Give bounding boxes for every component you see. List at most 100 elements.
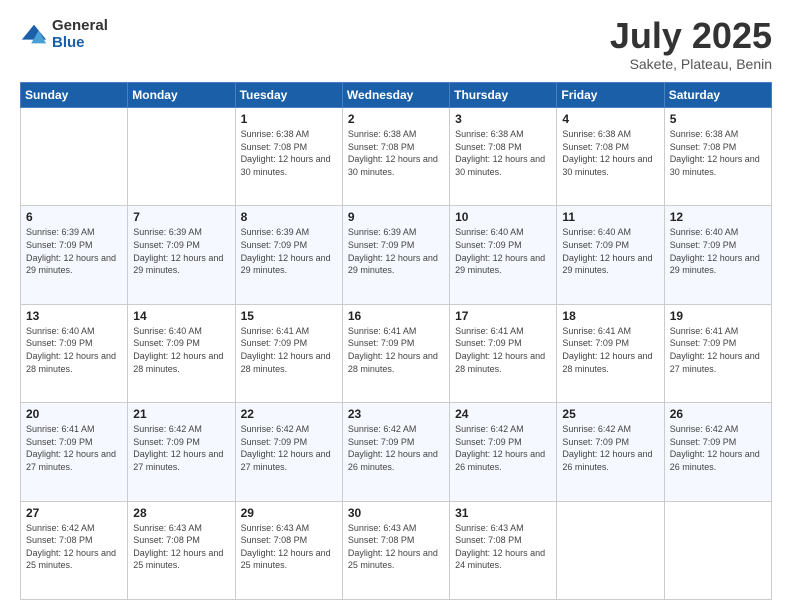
calendar-table: SundayMondayTuesdayWednesdayThursdayFrid…: [20, 82, 772, 600]
day-info: Sunrise: 6:40 AM Sunset: 7:09 PM Dayligh…: [26, 325, 122, 375]
day-number: 26: [670, 407, 766, 421]
calendar-cell: 29 Sunrise: 6:43 AM Sunset: 7:08 PM Dayli…: [235, 501, 342, 599]
calendar-cell: 8 Sunrise: 6:39 AM Sunset: 7:09 PM Daylig…: [235, 206, 342, 304]
header: General Blue July 2025 Sakete, Plateau, …: [20, 18, 772, 72]
day-number: 28: [133, 506, 229, 520]
calendar-cell: 27 Sunrise: 6:42 AM Sunset: 7:08 PM Dayli…: [21, 501, 128, 599]
weekday-header-monday: Monday: [128, 83, 235, 108]
day-info: Sunrise: 6:42 AM Sunset: 7:09 PM Dayligh…: [133, 423, 229, 473]
day-number: 29: [241, 506, 337, 520]
day-info: Sunrise: 6:41 AM Sunset: 7:09 PM Dayligh…: [26, 423, 122, 473]
day-number: 25: [562, 407, 658, 421]
calendar-cell: 9Sunrise: 6:39 AM Sunset: 7:09 PM Daylig…: [342, 206, 449, 304]
calendar-cell: [664, 501, 771, 599]
day-info: Sunrise: 6:41 AM Sunset: 7:09 PM Dayligh…: [348, 325, 444, 375]
month-title: July 2025: [610, 18, 772, 54]
week-row-3: 13 Sunrise: 6:40 AM Sunset: 7:09 PM Dayli…: [21, 304, 772, 402]
logo-general: General: [52, 18, 108, 35]
calendar-cell: 19 Sunrise: 6:41 AM Sunset: 7:09 PM Dayli…: [664, 304, 771, 402]
weekday-header-tuesday: Tuesday: [235, 83, 342, 108]
calendar-cell: 10 Sunrise: 6:40 AM Sunset: 7:09 PM Dayli…: [450, 206, 557, 304]
day-number: 8: [241, 210, 337, 224]
day-number: 5: [670, 112, 766, 126]
day-number: 18: [562, 309, 658, 323]
weekday-header-saturday: Saturday: [664, 83, 771, 108]
day-number: 11: [562, 210, 658, 224]
day-info: Sunrise: 6:43 AM Sunset: 7:08 PM Dayligh…: [241, 522, 337, 572]
calendar-cell: 24Sunrise: 6:42 AM Sunset: 7:09 PM Dayli…: [450, 403, 557, 501]
week-row-4: 20 Sunrise: 6:41 AM Sunset: 7:09 PM Dayli…: [21, 403, 772, 501]
logo-blue: Blue: [52, 35, 108, 52]
calendar-cell: 20 Sunrise: 6:41 AM Sunset: 7:09 PM Dayli…: [21, 403, 128, 501]
logo-icon: [20, 21, 48, 49]
calendar-cell: [21, 108, 128, 206]
day-info: Sunrise: 6:42 AM Sunset: 7:09 PM Dayligh…: [562, 423, 658, 473]
week-row-5: 27 Sunrise: 6:42 AM Sunset: 7:08 PM Dayli…: [21, 501, 772, 599]
day-info: Sunrise: 6:38 AM Sunset: 7:08 PM Dayligh…: [455, 128, 551, 178]
day-info: Sunrise: 6:43 AM Sunset: 7:08 PM Dayligh…: [348, 522, 444, 572]
day-number: 7: [133, 210, 229, 224]
day-info: Sunrise: 6:39 AM Sunset: 7:09 PM Dayligh…: [348, 226, 444, 276]
calendar-cell: [557, 501, 664, 599]
day-number: 4: [562, 112, 658, 126]
calendar-cell: 14 Sunrise: 6:40 AM Sunset: 7:09 PM Dayli…: [128, 304, 235, 402]
day-info: Sunrise: 6:43 AM Sunset: 7:08 PM Dayligh…: [133, 522, 229, 572]
calendar-cell: 16 Sunrise: 6:41 AM Sunset: 7:09 PM Dayli…: [342, 304, 449, 402]
day-info: Sunrise: 6:39 AM Sunset: 7:09 PM Dayligh…: [241, 226, 337, 276]
day-info: Sunrise: 6:42 AM Sunset: 7:09 PM Dayligh…: [348, 423, 444, 473]
day-info: Sunrise: 6:42 AM Sunset: 7:08 PM Dayligh…: [26, 522, 122, 572]
weekday-header-thursday: Thursday: [450, 83, 557, 108]
day-info: Sunrise: 6:40 AM Sunset: 7:09 PM Dayligh…: [670, 226, 766, 276]
weekday-header-row: SundayMondayTuesdayWednesdayThursdayFrid…: [21, 83, 772, 108]
day-number: 24: [455, 407, 551, 421]
day-number: 14: [133, 309, 229, 323]
day-number: 30: [348, 506, 444, 520]
day-number: 16: [348, 309, 444, 323]
weekday-header-friday: Friday: [557, 83, 664, 108]
calendar-cell: [128, 108, 235, 206]
title-block: July 2025 Sakete, Plateau, Benin: [610, 18, 772, 72]
logo-text: General Blue: [52, 18, 108, 51]
calendar-cell: 2 Sunrise: 6:38 AM Sunset: 7:08 PM Daylig…: [342, 108, 449, 206]
day-info: Sunrise: 6:42 AM Sunset: 7:09 PM Dayligh…: [670, 423, 766, 473]
day-number: 27: [26, 506, 122, 520]
weekday-header-sunday: Sunday: [21, 83, 128, 108]
day-info: Sunrise: 6:40 AM Sunset: 7:09 PM Dayligh…: [133, 325, 229, 375]
day-number: 10: [455, 210, 551, 224]
calendar-cell: 21 Sunrise: 6:42 AM Sunset: 7:09 PM Dayli…: [128, 403, 235, 501]
day-info: Sunrise: 6:41 AM Sunset: 7:09 PM Dayligh…: [241, 325, 337, 375]
day-number: 19: [670, 309, 766, 323]
day-number: 15: [241, 309, 337, 323]
day-number: 31: [455, 506, 551, 520]
weekday-header-wednesday: Wednesday: [342, 83, 449, 108]
location: Sakete, Plateau, Benin: [610, 56, 772, 72]
day-info: Sunrise: 6:38 AM Sunset: 7:08 PM Dayligh…: [241, 128, 337, 178]
day-info: Sunrise: 6:39 AM Sunset: 7:09 PM Dayligh…: [26, 226, 122, 276]
page: General Blue July 2025 Sakete, Plateau, …: [0, 0, 792, 612]
day-number: 1: [241, 112, 337, 126]
day-info: Sunrise: 6:39 AM Sunset: 7:09 PM Dayligh…: [133, 226, 229, 276]
calendar-cell: 26 Sunrise: 6:42 AM Sunset: 7:09 PM Dayli…: [664, 403, 771, 501]
calendar-cell: 5 Sunrise: 6:38 AM Sunset: 7:08 PM Daylig…: [664, 108, 771, 206]
day-info: Sunrise: 6:38 AM Sunset: 7:08 PM Dayligh…: [670, 128, 766, 178]
calendar-cell: 7 Sunrise: 6:39 AM Sunset: 7:09 PM Daylig…: [128, 206, 235, 304]
day-number: 20: [26, 407, 122, 421]
day-number: 21: [133, 407, 229, 421]
day-info: Sunrise: 6:40 AM Sunset: 7:09 PM Dayligh…: [455, 226, 551, 276]
week-row-1: 1 Sunrise: 6:38 AM Sunset: 7:08 PM Daylig…: [21, 108, 772, 206]
day-info: Sunrise: 6:38 AM Sunset: 7:08 PM Dayligh…: [348, 128, 444, 178]
calendar-cell: 4Sunrise: 6:38 AM Sunset: 7:08 PM Daylig…: [557, 108, 664, 206]
day-number: 2: [348, 112, 444, 126]
week-row-2: 6Sunrise: 6:39 AM Sunset: 7:09 PM Daylig…: [21, 206, 772, 304]
day-info: Sunrise: 6:41 AM Sunset: 7:09 PM Dayligh…: [562, 325, 658, 375]
calendar-cell: 31Sunrise: 6:43 AM Sunset: 7:08 PM Dayli…: [450, 501, 557, 599]
day-info: Sunrise: 6:41 AM Sunset: 7:09 PM Dayligh…: [670, 325, 766, 375]
day-info: Sunrise: 6:42 AM Sunset: 7:09 PM Dayligh…: [241, 423, 337, 473]
day-number: 13: [26, 309, 122, 323]
calendar-cell: 28 Sunrise: 6:43 AM Sunset: 7:08 PM Dayli…: [128, 501, 235, 599]
day-info: Sunrise: 6:41 AM Sunset: 7:09 PM Dayligh…: [455, 325, 551, 375]
calendar-cell: 18 Sunrise: 6:41 AM Sunset: 7:09 PM Dayli…: [557, 304, 664, 402]
calendar-cell: 22Sunrise: 6:42 AM Sunset: 7:09 PM Dayli…: [235, 403, 342, 501]
calendar-cell: 25 Sunrise: 6:42 AM Sunset: 7:09 PM Dayli…: [557, 403, 664, 501]
calendar-cell: 17Sunrise: 6:41 AM Sunset: 7:09 PM Dayli…: [450, 304, 557, 402]
